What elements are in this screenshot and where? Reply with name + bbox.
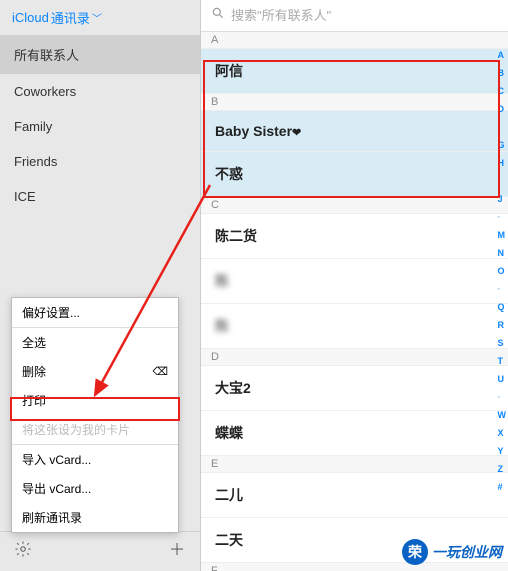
index-letter[interactable]: G — [498, 140, 507, 150]
menu-item-label: 导入 vCard... — [22, 451, 91, 468]
contact-row[interactable]: 陈 — [201, 259, 508, 304]
menu-item[interactable]: 导入 vCard... — [12, 445, 178, 474]
index-letter[interactable]: · — [498, 392, 507, 402]
sidebar-item[interactable]: Family — [0, 109, 200, 144]
contact-tag-icon: ❤ — [292, 127, 301, 139]
search-input[interactable] — [231, 8, 498, 23]
contact-row[interactable]: 陈 — [201, 304, 508, 349]
contact-name: 二天 — [215, 532, 243, 548]
index-letter[interactable]: Z — [498, 464, 507, 474]
menu-item-label: 打印 — [22, 392, 46, 409]
gear-icon[interactable] — [14, 540, 32, 563]
contact-name: 陈 — [215, 273, 229, 289]
section-header: E — [201, 456, 508, 473]
search-icon — [211, 6, 225, 25]
backspace-icon: ⌫ — [152, 365, 168, 378]
menu-item-label: 偏好设置... — [22, 304, 80, 321]
section-header: D — [201, 349, 508, 366]
menu-item-label: 导出 vCard... — [22, 480, 91, 497]
index-letter[interactable]: W — [498, 410, 507, 420]
contact-name: 陈 — [215, 318, 229, 334]
sidebar-item[interactable]: Coworkers — [0, 74, 200, 109]
index-letter[interactable]: · — [498, 212, 507, 222]
index-letter[interactable]: A — [498, 50, 507, 60]
context-menu: 偏好设置... 全选删除 ⌫ 打印将这张设为我的卡片导入 vCard... 导出 vCa… — [11, 297, 179, 533]
watermark-text: 一玩创业网 — [432, 542, 502, 562]
main-panel: A阿信BBaby Sister❤不惑C陈二货陈陈D大宝2蝶蝶E二儿二天F ABC… — [201, 0, 508, 571]
contact-name: Baby Sister — [215, 123, 292, 139]
index-letter[interactable]: T — [498, 356, 507, 366]
menu-item-label: 刷新通讯录 — [22, 509, 82, 526]
contact-row[interactable]: 陈二货 — [201, 214, 508, 259]
index-letter[interactable]: · — [498, 122, 507, 132]
index-letter[interactable]: M — [498, 230, 507, 240]
contact-name: 二儿 — [215, 487, 243, 503]
menu-item-label: 全选 — [22, 334, 46, 351]
index-letter[interactable]: J — [498, 194, 507, 204]
watermark: 荣 一玩创业网 — [402, 539, 502, 565]
add-icon[interactable] — [168, 540, 186, 563]
menu-item[interactable]: 打印 — [12, 386, 178, 415]
index-letter[interactable]: X — [498, 428, 507, 438]
contact-row[interactable]: 大宝2 — [201, 366, 508, 411]
sidebar-item[interactable]: ICE — [0, 179, 200, 214]
contact-name: 蝶蝶 — [215, 425, 243, 441]
index-letter[interactable]: Q — [498, 302, 507, 312]
sidebar-footer — [0, 531, 200, 571]
menu-item[interactable]: 刷新通讯录 — [12, 503, 178, 532]
sidebar-item[interactable]: Friends — [0, 144, 200, 179]
menu-item: 将这张设为我的卡片 — [12, 415, 178, 444]
index-letter[interactable]: S — [498, 338, 507, 348]
section-header: B — [201, 94, 508, 111]
index-letter[interactable]: C — [498, 86, 507, 96]
index-letter[interactable]: D — [498, 104, 507, 114]
search-bar — [201, 0, 508, 32]
sidebar-title[interactable]: iCloud 通讯录 ﹀ — [0, 0, 200, 35]
contact-row[interactable]: 蝶蝶 — [201, 411, 508, 456]
contact-row[interactable]: 不惑 — [201, 152, 508, 197]
menu-item-label: 删除 — [22, 363, 46, 380]
contact-row[interactable]: 二儿 — [201, 473, 508, 518]
index-letter[interactable]: B — [498, 68, 507, 78]
sidebar-title-link: 通讯录 — [51, 8, 90, 27]
sidebar-item[interactable]: 所有联系人 — [0, 35, 200, 74]
contact-list[interactable]: A阿信BBaby Sister❤不惑C陈二货陈陈D大宝2蝶蝶E二儿二天F — [201, 32, 508, 571]
index-letter[interactable]: H — [498, 158, 507, 168]
menu-item[interactable]: 删除 ⌫ — [12, 357, 178, 386]
section-header: A — [201, 32, 508, 49]
index-letter[interactable]: · — [498, 284, 507, 294]
index-letter[interactable]: U — [498, 374, 507, 384]
index-letter[interactable]: O — [498, 266, 507, 276]
contact-name: 不惑 — [215, 166, 243, 182]
contact-row[interactable]: Baby Sister❤ — [201, 111, 508, 152]
contact-name: 大宝2 — [215, 380, 251, 396]
contact-row[interactable]: 阿信 — [201, 49, 508, 94]
menu-item[interactable]: 全选 — [12, 328, 178, 357]
menu-item-label: 将这张设为我的卡片 — [22, 421, 130, 438]
watermark-badge: 荣 — [402, 539, 428, 565]
index-letter[interactable]: # — [498, 482, 507, 492]
section-header: C — [201, 197, 508, 214]
contact-name: 陈二货 — [215, 228, 257, 244]
index-letter[interactable]: N — [498, 248, 507, 258]
sidebar-title-prefix: iCloud — [12, 10, 49, 25]
index-letter[interactable]: R — [498, 320, 507, 330]
alpha-index[interactable]: ABCD · GHIJ · MNO · QRSTU · WXYZ # — [498, 50, 507, 492]
chevron-down-icon: ﹀ — [92, 10, 102, 25]
index-letter[interactable]: I — [498, 176, 507, 186]
menu-item[interactable]: 偏好设置... — [12, 298, 178, 327]
contact-name: 阿信 — [215, 63, 243, 79]
menu-item[interactable]: 导出 vCard... — [12, 474, 178, 503]
index-letter[interactable]: Y — [498, 446, 507, 456]
